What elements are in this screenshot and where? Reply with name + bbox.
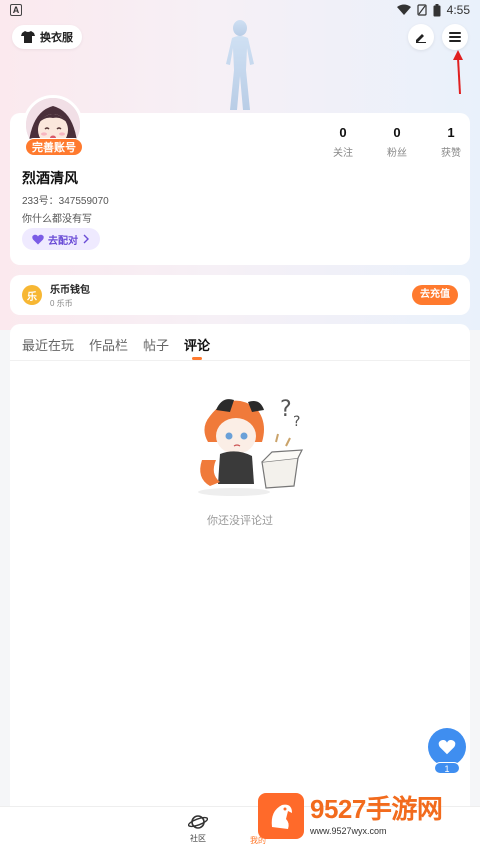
wifi-icon (396, 4, 411, 15)
recharge-button[interactable]: 去充值 (412, 285, 458, 305)
site-watermark: 9527手游网 www.9527wyx.com (258, 792, 458, 840)
username: 烈酒清风 (22, 170, 78, 186)
change-outfit-label: 换衣服 (40, 32, 73, 44)
planet-icon (187, 815, 209, 829)
pair-button[interactable]: 去配对 (22, 228, 100, 250)
tshirt-icon (21, 31, 35, 43)
menu-button[interactable] (442, 24, 468, 50)
stat-likes[interactable]: 1 获赞 (424, 125, 478, 159)
tab-posts[interactable]: 帖子 (143, 335, 169, 360)
stat-value: 1 (447, 125, 455, 140)
wallet-balance: 0 乐币 (50, 299, 73, 308)
watermark-logo-icon (258, 793, 304, 839)
chevron-right-icon (83, 234, 89, 244)
stat-label: 获赞 (441, 148, 461, 159)
status-bar: A 4:55 (0, 0, 480, 20)
wallet-card[interactable]: 乐 乐币钱包 0 乐币 去充值 (10, 275, 470, 315)
stat-followers[interactable]: 0 粉丝 (370, 125, 424, 159)
wallet-title: 乐币钱包 (50, 285, 90, 296)
tab-bar: 最近在玩 作品栏 帖子 评论 (22, 335, 210, 360)
pair-label: 去配对 (48, 235, 78, 247)
edit-profile-button[interactable] (408, 24, 434, 50)
sim-icon (417, 4, 427, 16)
tab-recently-played[interactable]: 最近在玩 (22, 335, 74, 360)
like-fab-button[interactable] (428, 728, 466, 766)
like-count-badge: 1 (434, 762, 460, 774)
profile-stats: 0 关注 0 粉丝 1 获赞 (316, 125, 478, 159)
stat-value: 0 (393, 125, 401, 140)
coin-icon: 乐 (22, 285, 42, 305)
tab-comments[interactable]: 评论 (184, 335, 210, 360)
stat-following[interactable]: 0 关注 (316, 125, 370, 159)
battery-icon (433, 3, 441, 16)
empty-state-illustration: ? ? (198, 397, 304, 496)
stat-label: 粉丝 (387, 148, 407, 159)
empty-state-text: 你还没评论过 (207, 515, 273, 527)
user-id: 233号：347559070 (22, 196, 109, 207)
avatar-figure-image (226, 20, 254, 110)
hamburger-icon (449, 32, 461, 42)
nav-community-label: 社区 (190, 834, 206, 843)
stat-value: 0 (339, 125, 347, 140)
content-card: 最近在玩 作品栏 帖子 评论 ? ? 你还没评论过 (10, 324, 470, 824)
user-bio: 你什么都没有写 (22, 214, 92, 225)
pencil-icon (416, 34, 426, 43)
tab-divider (10, 360, 470, 361)
watermark-title: 9527手游网 (310, 794, 443, 824)
heart-icon (32, 234, 44, 244)
svg-text:?: ? (280, 397, 292, 422)
change-outfit-button[interactable]: 换衣服 (12, 25, 82, 49)
tab-works[interactable]: 作品栏 (89, 335, 128, 360)
clock: 4:55 (446, 3, 470, 17)
heart-icon (438, 740, 456, 755)
svg-text:?: ? (293, 414, 300, 430)
stat-label: 关注 (333, 148, 353, 159)
app-notification-icon: A (10, 4, 22, 16)
annotation-arrow-icon (453, 50, 463, 95)
watermark-url: www.9527wyx.com (310, 826, 387, 836)
complete-account-button[interactable]: 完善账号 (25, 138, 83, 156)
nav-community[interactable]: 社区 (178, 813, 218, 844)
